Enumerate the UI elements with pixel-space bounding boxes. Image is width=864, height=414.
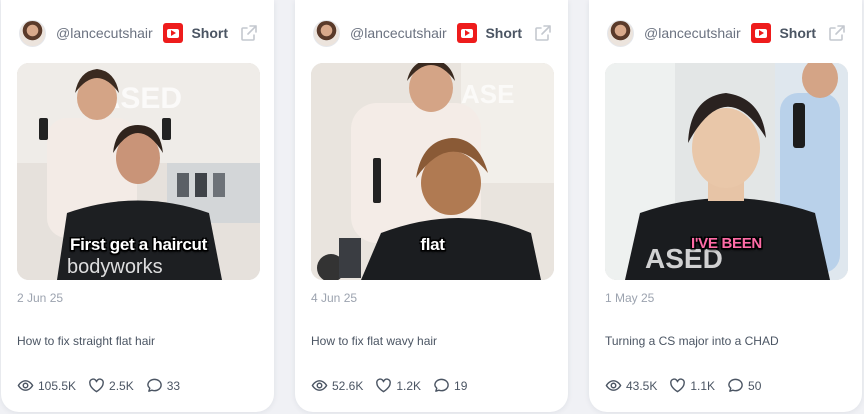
- external-link-icon[interactable]: [534, 24, 552, 42]
- comments-count: 50: [748, 378, 762, 393]
- creator-handle[interactable]: @lancecutshair: [56, 25, 163, 41]
- likes-count: 1.1K: [690, 378, 716, 393]
- comment-icon: [728, 378, 743, 392]
- comments-stat: 50: [727, 377, 761, 394]
- creator-handle[interactable]: @lancecutshair: [350, 25, 457, 41]
- svg-text:bodyworks: bodyworks: [67, 256, 163, 278]
- video-card-grid: @lancecutshair Short BASED bodyworks Fir…: [0, 0, 864, 414]
- youtube-icon: [457, 23, 478, 43]
- comments-stat: 33: [146, 377, 180, 394]
- heart-icon: [376, 378, 392, 393]
- youtube-icon: [163, 23, 184, 43]
- heart-icon: [89, 378, 104, 393]
- engagement-stats: 105.5K 2.5K 33: [17, 377, 192, 394]
- comments-count: 33: [166, 378, 181, 393]
- svg-text:ASE: ASE: [461, 79, 514, 109]
- comments-stat: 19: [433, 377, 467, 394]
- engagement-stats: 43.5K 1.1K 50: [605, 377, 773, 394]
- views-stat: 52.6K: [311, 377, 363, 394]
- publish-date: 4 Jun 25: [311, 291, 358, 305]
- likes-count: 2.5K: [109, 378, 134, 393]
- video-card[interactable]: @lancecutshair Short ASED I'VE BEEN 1 Ma…: [589, 0, 862, 412]
- video-caption: I'VE BEEN: [691, 235, 762, 252]
- avatar[interactable]: [19, 19, 46, 47]
- views-stat: 105.5K: [17, 377, 76, 394]
- external-link-icon[interactable]: [240, 24, 258, 42]
- content-type-label: Short: [485, 25, 522, 41]
- eye-icon: [311, 380, 328, 391]
- creator-handle[interactable]: @lancecutshair: [644, 25, 751, 41]
- views-count: 43.5K: [626, 378, 658, 393]
- video-card[interactable]: @lancecutshair Short BASED bodyworks Fir…: [1, 0, 274, 412]
- eye-icon: [605, 380, 622, 391]
- likes-count: 1.2K: [396, 378, 422, 393]
- avatar[interactable]: [607, 19, 634, 47]
- views-stat: 43.5K: [605, 377, 657, 394]
- avatar[interactable]: [313, 19, 340, 47]
- video-thumbnail[interactable]: BASED bodyworks First get a haircut: [17, 63, 260, 280]
- content-type-label: Short: [191, 25, 228, 41]
- video-card[interactable]: @lancecutshair Short ASE flat 4 Jun 25 H…: [295, 0, 568, 412]
- video-thumbnail[interactable]: ASE flat: [311, 63, 554, 280]
- engagement-stats: 52.6K 1.2K 19: [311, 377, 479, 394]
- video-title[interactable]: Turning a CS major into a CHAD: [605, 334, 779, 348]
- publish-date: 1 May 25: [605, 291, 655, 305]
- likes-stat: 2.5K: [88, 377, 134, 394]
- views-count: 105.5K: [38, 378, 77, 393]
- likes-stat: 1.1K: [669, 377, 715, 394]
- card-header: @lancecutshair Short: [1, 16, 274, 50]
- card-header: @lancecutshair Short: [295, 16, 568, 50]
- video-thumbnail[interactable]: ASED I'VE BEEN: [605, 63, 848, 280]
- comments-count: 19: [454, 378, 468, 393]
- video-caption: flat: [420, 235, 445, 254]
- eye-icon: [17, 380, 34, 391]
- heart-icon: [670, 378, 686, 393]
- comment-icon: [434, 378, 449, 392]
- video-title[interactable]: How to fix straight flat hair: [17, 334, 155, 348]
- content-type-label: Short: [779, 25, 816, 41]
- views-count: 52.6K: [332, 378, 364, 393]
- video-title[interactable]: How to fix flat wavy hair: [311, 334, 437, 348]
- comment-icon: [146, 378, 162, 392]
- external-link-icon[interactable]: [828, 24, 846, 42]
- video-caption: First get a haircut: [70, 235, 207, 254]
- likes-stat: 1.2K: [375, 377, 421, 394]
- card-header: @lancecutshair Short: [589, 16, 862, 50]
- youtube-icon: [751, 23, 772, 43]
- publish-date: 2 Jun 25: [17, 291, 64, 305]
